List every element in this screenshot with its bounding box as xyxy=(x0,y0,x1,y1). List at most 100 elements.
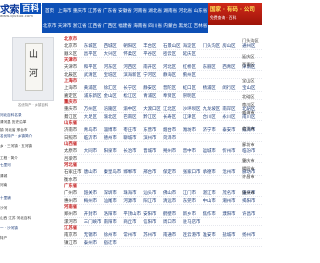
nav-link[interactable]: 四川省 xyxy=(148,23,163,29)
region-link[interactable]: 茂名市 xyxy=(222,190,242,196)
region-link[interactable]: 广州市 xyxy=(64,190,84,196)
region-link[interactable]: 宿迁市 xyxy=(104,240,124,246)
region-link[interactable]: 深圳市 xyxy=(104,190,124,196)
nav-link[interactable]: 首页 xyxy=(42,8,57,14)
region-link[interactable]: 宝坻区 xyxy=(104,72,124,78)
region-link[interactable]: 平谷区 xyxy=(143,51,163,57)
region-link[interactable]: 商丘市 xyxy=(123,219,143,225)
region-link[interactable]: 东城区 xyxy=(84,43,104,49)
region-link[interactable]: 菏泽市 xyxy=(163,135,183,141)
region-link[interactable]: 长治市 xyxy=(123,148,143,154)
region-link[interactable]: 静安区 xyxy=(143,85,163,91)
region-link[interactable]: 昌平区 xyxy=(84,51,104,57)
region-link[interactable]: 密云区 xyxy=(163,51,183,57)
region-link[interactable]: 承德市 xyxy=(203,169,223,175)
nav-link[interactable]: 福建省 xyxy=(117,23,132,29)
region-link[interactable]: 郑州市 xyxy=(64,211,84,217)
region-link[interactable]: 潮州市 xyxy=(222,198,242,204)
region-link[interactable]: 江门市 xyxy=(183,190,203,196)
right-link[interactable]: 扬州市 xyxy=(242,189,262,197)
region-link[interactable]: 涪陵区 xyxy=(104,106,124,112)
region-link[interactable]: 晋城市 xyxy=(143,148,163,154)
nav-link[interactable]: 浙江省 xyxy=(72,23,87,29)
region-link[interactable]: 南岸区 xyxy=(222,106,242,112)
nav-link[interactable]: 重庆市 xyxy=(72,8,87,14)
region-link[interactable]: 朝阳区 xyxy=(123,43,143,49)
region-link[interactable]: 渝中区 xyxy=(123,106,143,112)
region-link[interactable]: 海淀区 xyxy=(183,43,203,49)
region-link[interactable]: 青岛市 xyxy=(84,127,104,133)
region-link[interactable]: 河西区 xyxy=(123,64,143,70)
nav-link[interactable]: 广东省 xyxy=(102,8,117,14)
region-link[interactable]: 房山区 xyxy=(222,43,242,49)
region-link[interactable]: 湛江市 xyxy=(203,190,223,196)
right-link[interactable]: 宝山区 xyxy=(242,77,262,85)
region-link[interactable]: 聊城市 xyxy=(123,135,143,141)
right-link[interactable]: 南川区 xyxy=(242,101,262,109)
region-link[interactable]: 濮阳市 xyxy=(222,211,242,217)
region-link[interactable]: 新乡市 xyxy=(183,211,203,217)
region-link[interactable]: 济南市 xyxy=(64,127,84,133)
nav-link[interactable]: 河南省 xyxy=(133,8,148,14)
region-link[interactable]: 南通市 xyxy=(163,232,183,238)
right-link[interactable]: 廊坊市 xyxy=(242,141,262,149)
region-link[interactable]: 大兴区 xyxy=(104,51,124,57)
region-link[interactable]: 大渡口区 xyxy=(143,106,163,112)
region-link[interactable]: 连云港市 xyxy=(183,232,203,238)
right-link[interactable] xyxy=(242,229,262,237)
right-link[interactable]: 肇庆市 xyxy=(242,157,262,165)
region-link[interactable]: 滨海新区 xyxy=(123,72,143,78)
region-link[interactable]: 河东区 xyxy=(104,64,124,70)
region-link[interactable]: 三门峡市 xyxy=(84,219,104,225)
nav-link[interactable]: 黑龙江 xyxy=(178,23,193,29)
right-link[interactable] xyxy=(242,213,262,221)
region-link[interactable]: 河源市 xyxy=(123,198,143,204)
region-link[interactable]: 淄博市 xyxy=(104,127,124,133)
region-link[interactable]: 上海市 xyxy=(64,85,84,91)
region-link[interactable]: 秦皇岛市 xyxy=(104,169,124,175)
nav-link[interactable]: 内蒙古 xyxy=(163,23,178,29)
region-link[interactable]: 临沂市 xyxy=(84,135,104,141)
nav-link[interactable]: 吉林省 xyxy=(193,23,208,29)
region-link[interactable]: 漯河市 xyxy=(64,219,84,225)
region-link[interactable]: 綦江区 xyxy=(64,114,84,120)
region-link[interactable]: 河北区 xyxy=(163,64,183,70)
region-link[interactable]: 静海区 xyxy=(163,72,183,78)
sidebar-link[interactable]: 一 · 沙河镇 xyxy=(0,226,18,231)
region-link[interactable]: 天津市 xyxy=(64,64,84,70)
region-link[interactable]: 韶关市 xyxy=(84,190,104,196)
right-link[interactable]: 许昌市 xyxy=(242,173,262,181)
region-link[interactable]: 安阳市 xyxy=(143,211,163,217)
region-link[interactable]: 江北区 xyxy=(163,106,183,112)
region-link[interactable]: 周口市 xyxy=(163,219,183,225)
region-link[interactable]: 无锡市 xyxy=(84,232,104,238)
nav-link[interactable]: 江西省 xyxy=(87,23,102,29)
region-link[interactable]: 泰州市 xyxy=(84,240,104,246)
region-link[interactable]: 惠州市 xyxy=(64,198,84,204)
region-link[interactable]: 北京市 xyxy=(64,43,84,49)
region-link[interactable]: 西城区 xyxy=(104,43,124,49)
feature-image[interactable]: 山 河 xyxy=(12,37,54,101)
region-link[interactable]: 忻州市 xyxy=(222,148,242,154)
region-link[interactable]: 永川区 xyxy=(222,114,242,120)
region-link[interactable]: 驻马店市 xyxy=(183,219,203,225)
sidebar-link[interactable]: 山西 江苏 河北百科 xyxy=(0,216,31,221)
sidebar-link[interactable]: 名优特产 · 乡镇简介 xyxy=(0,134,32,139)
region-link[interactable]: 长宁区 xyxy=(123,85,143,91)
region-link[interactable]: 东莞市 xyxy=(183,198,203,204)
region-link[interactable]: 巴南区 xyxy=(123,114,143,120)
nav-link[interactable]: 湖南省 xyxy=(163,8,178,14)
sidebar-link[interactable]: 工程 · 简介 xyxy=(0,156,18,161)
region-link[interactable]: 长寿区 xyxy=(163,114,183,120)
region-link[interactable]: 太原市 xyxy=(64,148,84,154)
right-link[interactable] xyxy=(242,253,262,261)
region-link[interactable]: 阳江市 xyxy=(143,198,163,204)
sidebar-link[interactable]: 清河县 历史沿革 xyxy=(0,120,26,125)
region-link[interactable]: 信阳市 xyxy=(143,219,163,225)
region-link[interactable]: 东丽区 xyxy=(203,64,223,70)
nav-link[interactable]: 广西区 xyxy=(102,23,117,29)
region-link[interactable]: 江津区 xyxy=(183,114,203,120)
region-link[interactable]: 开封市 xyxy=(84,211,104,217)
nav-link[interactable]: 上海市 xyxy=(57,8,72,14)
region-link[interactable]: 德州市 xyxy=(104,135,124,141)
